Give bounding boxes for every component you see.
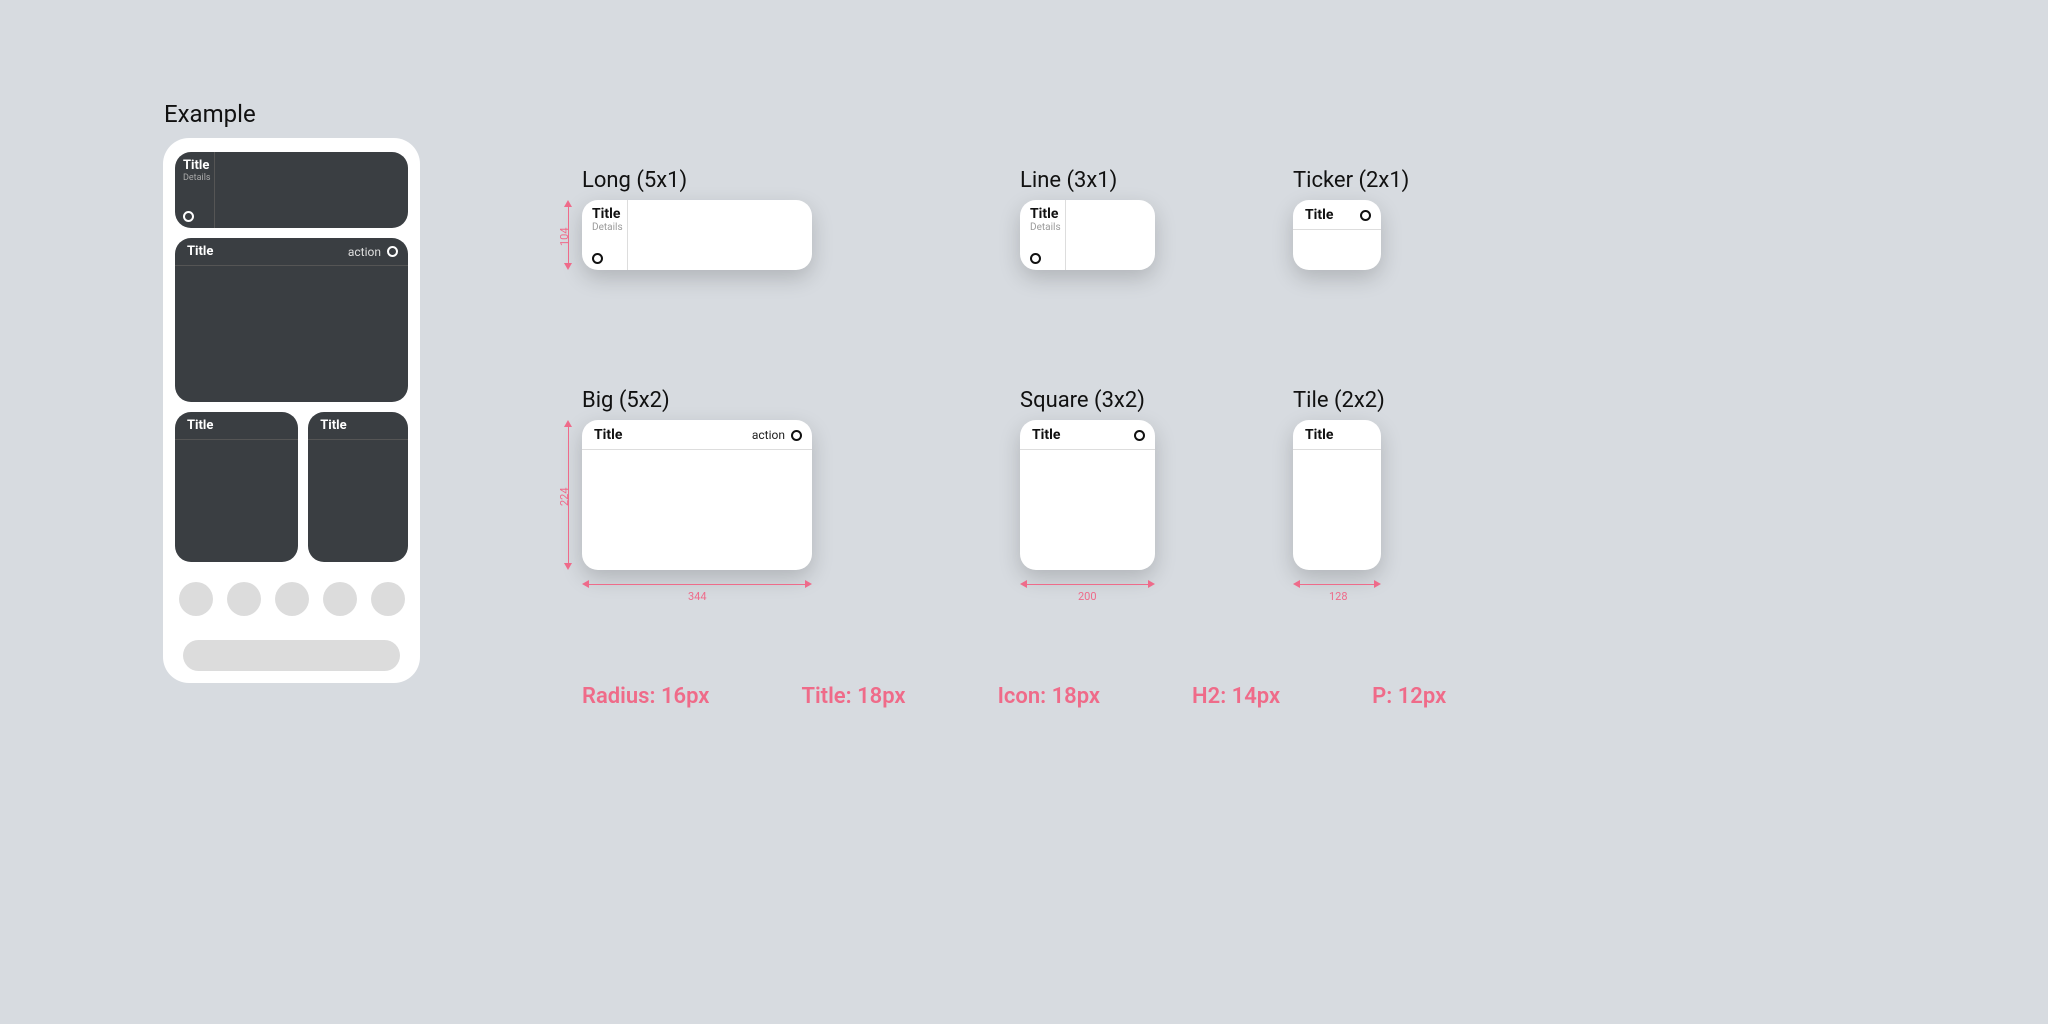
widget-label-ticker: Ticker (2x1) xyxy=(1293,168,1409,193)
card-title: Title xyxy=(1030,206,1059,222)
circle-icon xyxy=(1360,210,1371,221)
widget-long: Title Details xyxy=(582,200,812,270)
widget-label-tile: Tile (2x2) xyxy=(1293,388,1385,413)
card-title: Title xyxy=(320,418,398,433)
circle-icon xyxy=(1134,430,1145,441)
nav-dot xyxy=(371,582,405,616)
widget-label-big: Big (5x2) xyxy=(582,388,670,413)
dimension-128: 128 xyxy=(1293,576,1381,596)
widget-square: Title xyxy=(1020,420,1155,570)
card-title: Title xyxy=(1305,427,1333,443)
widget-label-line: Line (3x1) xyxy=(1020,168,1117,193)
example-tile-card: Title xyxy=(175,412,298,562)
circle-icon xyxy=(592,253,603,264)
example-big-card: Title action xyxy=(175,238,408,402)
phone-mock: Title Details Title action Title Title xyxy=(163,138,420,683)
widget-tile: Title xyxy=(1293,420,1381,570)
example-heading: Example xyxy=(164,100,256,128)
card-title: Title xyxy=(183,158,208,173)
card-title: Title xyxy=(187,244,213,259)
card-action-label: action xyxy=(752,428,785,442)
card-details: Details xyxy=(1030,222,1059,233)
bottom-pill xyxy=(183,640,400,671)
example-tile-card: Title xyxy=(308,412,408,562)
card-title: Title xyxy=(592,206,621,222)
widget-label-long: Long (5x1) xyxy=(582,168,687,193)
spec-p: P: 12px xyxy=(1372,684,1446,709)
nav-dots xyxy=(175,582,408,616)
card-action-label: action xyxy=(348,245,381,259)
spec-icon: Icon: 18px xyxy=(998,684,1100,709)
widget-ticker: Title xyxy=(1293,200,1381,270)
specs-row: Radius: 16px Title: 18px Icon: 18px H2: … xyxy=(582,684,1446,709)
widget-line: Title Details xyxy=(1020,200,1155,270)
card-title: Title xyxy=(187,418,288,433)
dimension-104: 104 xyxy=(560,200,578,270)
example-tile-row: Title Title xyxy=(175,412,408,562)
circle-icon xyxy=(1030,253,1041,264)
widget-label-square: Square (3x2) xyxy=(1020,388,1145,413)
card-details: Details xyxy=(183,173,208,183)
nav-dot xyxy=(323,582,357,616)
card-title: Title xyxy=(1305,207,1333,223)
dimension-344: 344 xyxy=(582,576,812,596)
nav-dot xyxy=(227,582,261,616)
circle-icon xyxy=(387,246,398,257)
widget-big: Title action xyxy=(582,420,812,570)
example-long-card: Title Details xyxy=(175,152,408,228)
circle-icon xyxy=(791,430,802,441)
dimension-200: 200 xyxy=(1020,576,1155,596)
spec-title: Title: 18px xyxy=(801,684,905,709)
nav-dot xyxy=(179,582,213,616)
dimension-224: 224 xyxy=(560,420,578,570)
card-details: Details xyxy=(592,222,621,233)
card-title: Title xyxy=(1032,427,1060,443)
nav-dot xyxy=(275,582,309,616)
spec-h2: H2: 14px xyxy=(1192,684,1280,709)
card-title: Title xyxy=(594,427,622,443)
circle-icon xyxy=(183,211,194,222)
spec-radius: Radius: 16px xyxy=(582,684,709,709)
